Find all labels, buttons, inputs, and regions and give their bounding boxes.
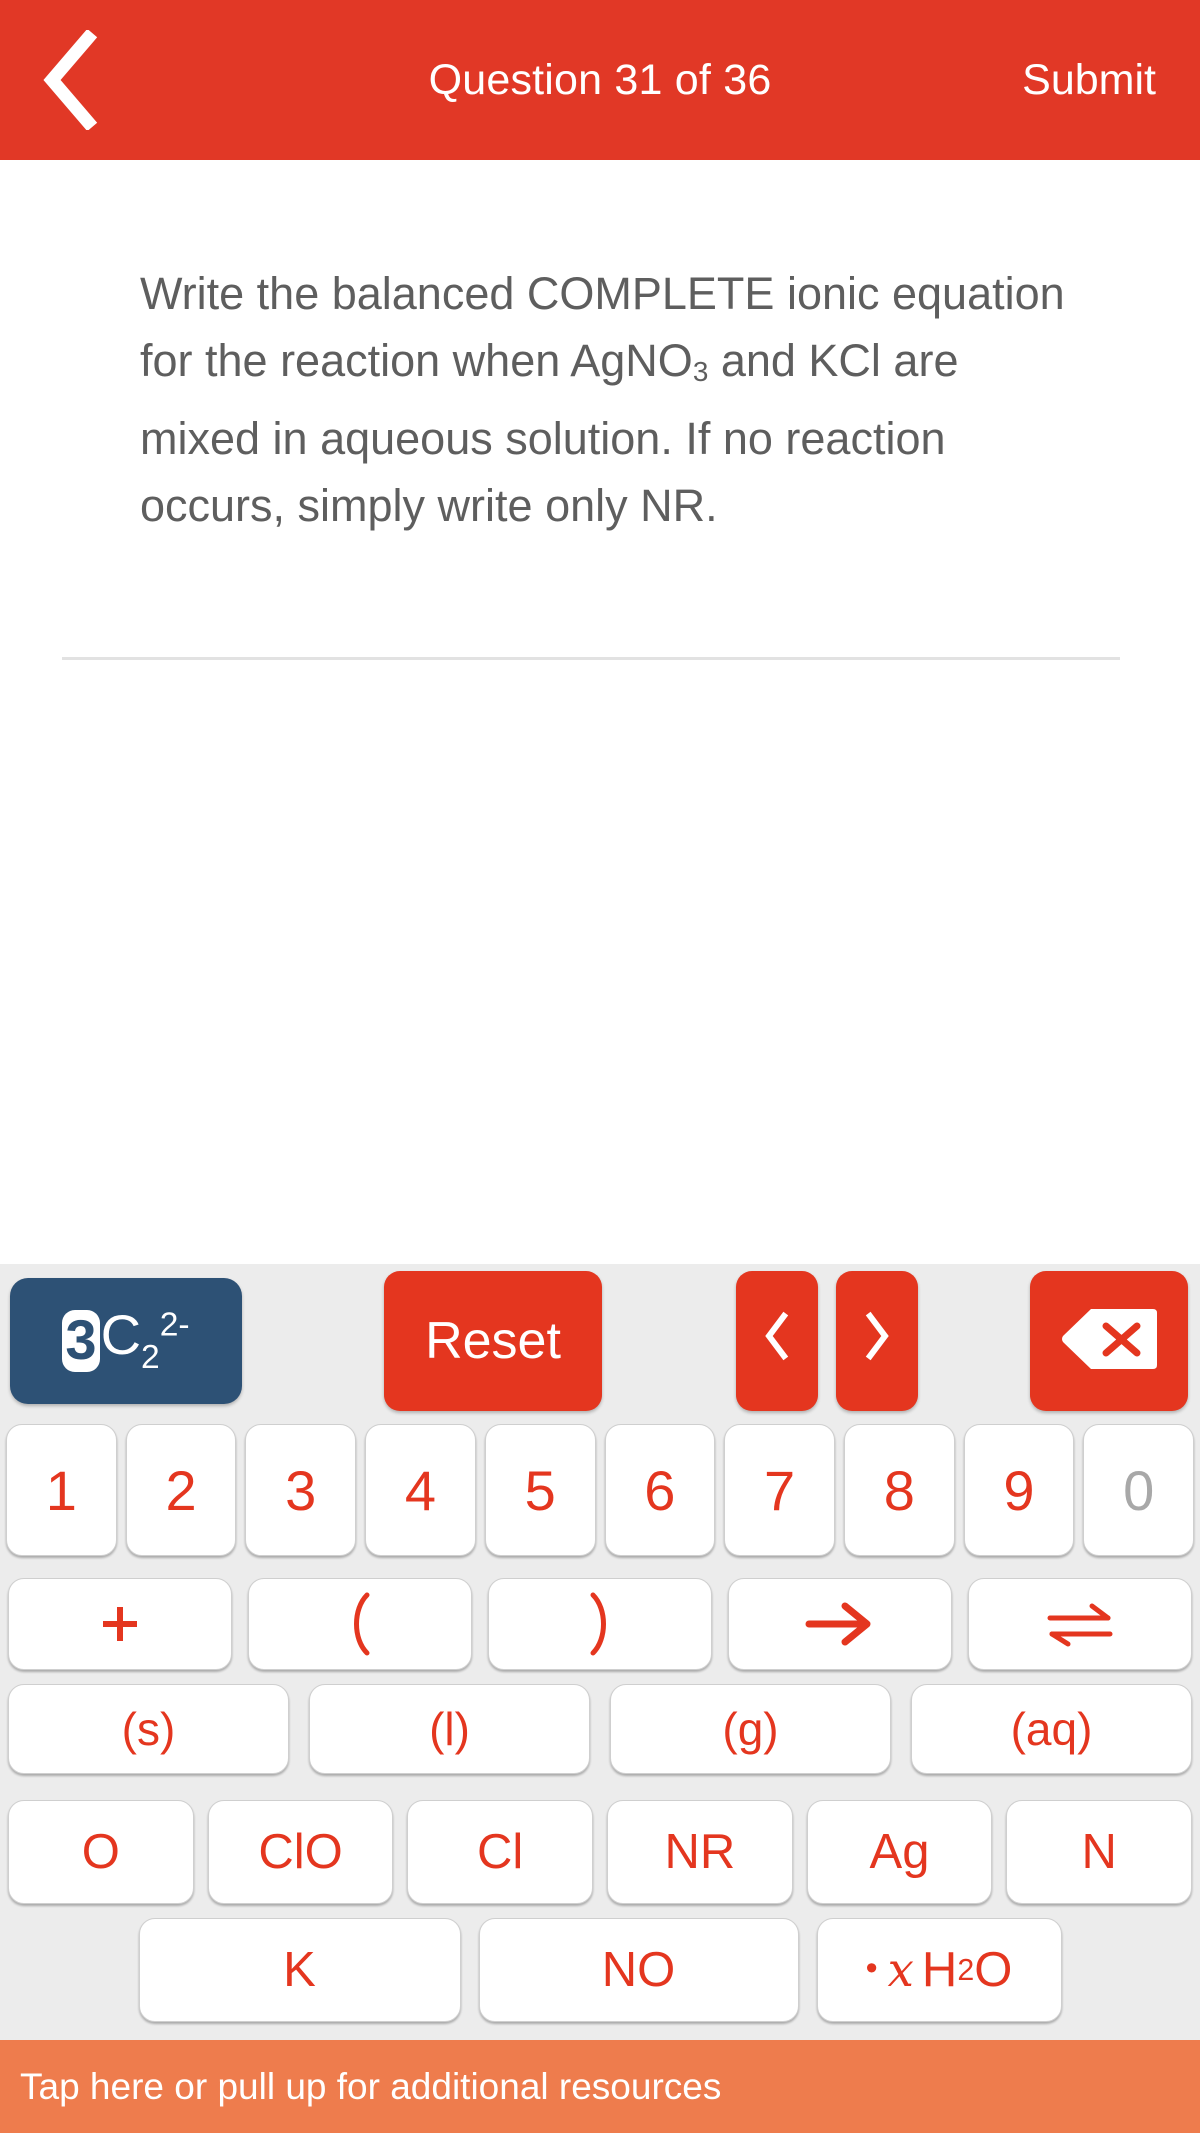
- key-digit-2[interactable]: 2: [125, 1424, 237, 1556]
- hydrate-hydrogen: H: [921, 1943, 958, 1997]
- key-species-n[interactable]: N: [1006, 1800, 1193, 1904]
- key-species-clo[interactable]: ClO: [207, 1800, 394, 1904]
- key-plus[interactable]: [8, 1578, 232, 1670]
- hydrate-dot: •: [865, 1948, 878, 1987]
- back-button[interactable]: [22, 28, 122, 132]
- backspace-button[interactable]: [1030, 1271, 1188, 1411]
- keyboard-last-row: K NO • x H 2 O: [0, 1918, 1200, 2022]
- key-species-nr[interactable]: NR: [607, 1800, 793, 1904]
- key-equilibrium-arrow[interactable]: [968, 1578, 1192, 1670]
- chevron-left-icon: [42, 30, 102, 130]
- key-right-paren[interactable]: [488, 1578, 712, 1670]
- key-species-no[interactable]: NO: [478, 1918, 799, 2022]
- app-header: Question 31 of 36 Submit: [0, 0, 1200, 160]
- key-digit-9[interactable]: 9: [963, 1424, 1075, 1556]
- right-arrow-icon: [803, 1600, 877, 1648]
- key-state-gas[interactable]: (g): [610, 1684, 891, 1774]
- key-species-k[interactable]: K: [138, 1918, 461, 2022]
- question-text: Write the balanced COMPLETE ionic equati…: [140, 260, 1080, 539]
- current-token-badge[interactable]: 3 C22-: [10, 1278, 242, 1404]
- key-digit-7[interactable]: 7: [724, 1424, 835, 1556]
- keyboard-operator-row: [0, 1578, 1200, 1670]
- keyboard-toolbar-row: 3 C22- Reset: [0, 1271, 1200, 1411]
- badge-selected-token: 3: [62, 1310, 100, 1372]
- hydrate-oxygen: O: [974, 1943, 1013, 1997]
- keyboard-digit-row: 1 2 3 4 5 6 7 8 9 0: [0, 1424, 1200, 1556]
- key-species-ag[interactable]: Ag: [806, 1800, 993, 1904]
- key-digit-8[interactable]: 8: [843, 1424, 955, 1556]
- badge-subscript: 2: [141, 1339, 160, 1377]
- question-screen: Question 31 of 36 Submit Write the balan…: [0, 0, 1200, 2133]
- right-paren-icon: [583, 1591, 617, 1657]
- key-digit-6[interactable]: 6: [604, 1424, 716, 1556]
- key-state-aqueous[interactable]: (aq): [911, 1684, 1192, 1774]
- plus-icon: [96, 1600, 144, 1648]
- keyboard-state-row: (s) (l) (g) (aq): [0, 1684, 1200, 1774]
- left-paren-icon: [343, 1591, 377, 1657]
- answer-input-area[interactable]: [0, 660, 1200, 1264]
- question-subscript: 3: [692, 356, 709, 388]
- submit-button[interactable]: Submit: [1022, 0, 1156, 160]
- key-left-paren[interactable]: [248, 1578, 472, 1670]
- content-area: Write the balanced COMPLETE ionic equati…: [0, 160, 1200, 1264]
- key-digit-1[interactable]: 1: [6, 1424, 117, 1556]
- prev-token-button[interactable]: [736, 1271, 818, 1411]
- key-digit-0: 0: [1083, 1424, 1195, 1556]
- backspace-delete-icon: [1061, 1306, 1157, 1377]
- badge-superscript: 2-: [159, 1306, 190, 1344]
- key-species-cl[interactable]: Cl: [407, 1800, 594, 1904]
- key-reaction-arrow[interactable]: [728, 1578, 952, 1670]
- key-state-liquid[interactable]: (l): [309, 1684, 590, 1774]
- key-digit-5[interactable]: 5: [484, 1424, 596, 1556]
- additional-resources-bar[interactable]: Tap here or pull up for additional resou…: [0, 2040, 1200, 2133]
- key-state-solid[interactable]: (s): [8, 1684, 289, 1774]
- key-digit-4[interactable]: 4: [365, 1424, 476, 1556]
- chevron-right-small-icon: [862, 1311, 892, 1372]
- key-hydrate-water[interactable]: • x H 2 O: [816, 1918, 1062, 2022]
- key-digit-3[interactable]: 3: [245, 1424, 357, 1556]
- hydrate-coefficient: x: [887, 1943, 914, 1997]
- next-token-button[interactable]: [836, 1271, 918, 1411]
- reset-button[interactable]: Reset: [384, 1271, 602, 1411]
- badge-element: C: [100, 1303, 142, 1367]
- badge-formula: C22-: [101, 1307, 190, 1375]
- page-title: Question 31 of 36: [428, 55, 772, 104]
- hydrate-subscript: 2: [957, 1952, 975, 1987]
- equilibrium-arrows-icon: [1042, 1600, 1118, 1648]
- chemistry-keyboard: 3 C22- Reset 1 2 3 4 5 6 7 8 9 0 (s) (l)…: [0, 1264, 1200, 2040]
- key-species-o[interactable]: O: [8, 1800, 194, 1904]
- chevron-left-small-icon: [762, 1311, 792, 1372]
- keyboard-species-row: O ClO Cl NR Ag N: [0, 1800, 1200, 1904]
